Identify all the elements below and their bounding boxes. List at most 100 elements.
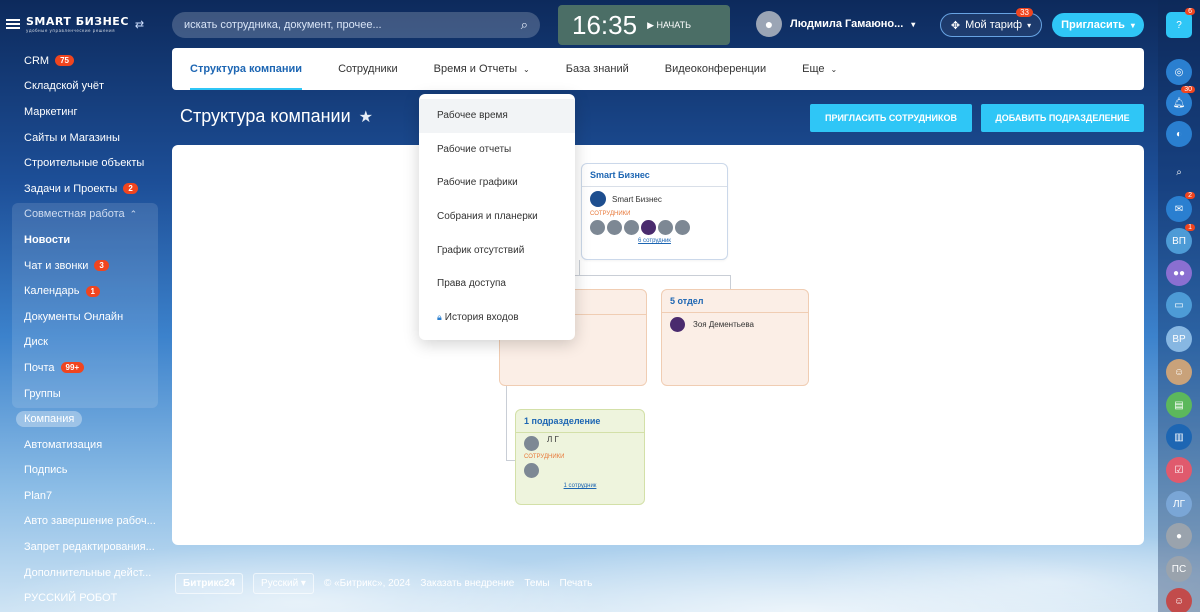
search-icon[interactable]: ⌕ bbox=[1166, 159, 1192, 185]
add-department-button[interactable]: ДОБАВИТЬ ПОДРАЗДЕЛЕНИЕ bbox=[981, 104, 1144, 132]
sidebar-item-extra[interactable]: Дополнительные дейст... bbox=[0, 560, 165, 586]
menu-item-access[interactable]: Права доступа bbox=[419, 267, 575, 301]
sidebar-item-company[interactable]: Компания bbox=[0, 406, 165, 432]
search-icon[interactable]: ⌕ bbox=[521, 17, 528, 33]
user-icon[interactable] bbox=[524, 436, 539, 451]
user-icon[interactable] bbox=[607, 220, 622, 235]
contact-card-icon[interactable]: ▭ bbox=[1166, 292, 1192, 318]
menu-item-work-schedules[interactable]: Рабочие графики bbox=[419, 166, 575, 200]
sidebar-item-groups[interactable]: Группы bbox=[0, 381, 165, 407]
invite-employees-button[interactable]: ПРИГЛАСИТЬ СОТРУДНИКОВ bbox=[810, 104, 972, 132]
tab-more[interactable]: Еще ⌄ bbox=[802, 48, 837, 90]
tariff-badge: 33 bbox=[1016, 8, 1033, 17]
work-clock[interactable]: 16:35 ▶︎ НАЧАТЬ bbox=[558, 5, 730, 45]
contact-vp[interactable]: ВП 1 bbox=[1166, 224, 1195, 254]
contact-avatar[interactable]: ☺ bbox=[1166, 359, 1192, 385]
user-avatar-photo[interactable] bbox=[641, 220, 656, 235]
sidebar-item-automation[interactable]: Автоматизация bbox=[0, 432, 165, 458]
bitrix-brand-button[interactable]: Битрикс24 bbox=[175, 573, 244, 594]
dept-title: 5 отдел bbox=[662, 290, 808, 313]
tab-structure[interactable]: Структура компании bbox=[190, 48, 303, 90]
user-icon[interactable] bbox=[658, 220, 673, 235]
sidebar-item-chat[interactable]: Чат и звонки 3 bbox=[0, 253, 165, 279]
group-chat-icon[interactable]: ●● bbox=[1166, 260, 1192, 286]
connector bbox=[506, 385, 507, 460]
sidebar-item-mail[interactable]: Почта 99+ bbox=[0, 355, 165, 381]
menu-icon[interactable] bbox=[6, 19, 20, 29]
sidebar-item-docs[interactable]: Документы Онлайн bbox=[0, 304, 165, 330]
employee-count-link[interactable]: 1 сотрудник bbox=[516, 483, 644, 489]
menu-item-work-time[interactable]: Рабочее время bbox=[419, 99, 575, 133]
notes-icon[interactable]: ▤ bbox=[1166, 392, 1192, 418]
themes-link[interactable]: Темы bbox=[524, 578, 549, 589]
user-icon[interactable] bbox=[675, 220, 690, 235]
logo-chat-icon[interactable]: ▥ bbox=[1166, 424, 1192, 450]
user-avatar-photo[interactable] bbox=[670, 317, 685, 332]
sidebar-item-sign[interactable]: Подпись bbox=[0, 458, 165, 484]
sidebar-item-construction[interactable]: Строительные объекты bbox=[0, 150, 165, 176]
tariff-button[interactable]: ✥ Мой тариф ▾ 33 bbox=[940, 8, 1042, 37]
sidebar-item-sites[interactable]: Сайты и Магазины bbox=[0, 125, 165, 151]
sidebar-item-marketing[interactable]: Маркетинг bbox=[0, 99, 165, 125]
contact-ps[interactable]: ПС bbox=[1166, 556, 1192, 582]
sidebar-item-plan7[interactable]: Plan7 bbox=[0, 483, 165, 509]
user-icon[interactable] bbox=[590, 220, 605, 235]
sidebar-item-autoend[interactable]: Авто завершение рабоч... bbox=[0, 509, 165, 535]
chat-icon[interactable]: ✉ 2 bbox=[1166, 192, 1195, 222]
menu-item-work-reports[interactable]: Рабочие отчеты bbox=[419, 133, 575, 167]
user-icon[interactable] bbox=[624, 220, 639, 235]
dept-card-root[interactable]: Smart Бизнес Smart Бизнес СОТРУДНИКИ 6 с… bbox=[581, 163, 728, 260]
sidebar-item-disk[interactable]: Диск bbox=[0, 330, 165, 356]
start-button[interactable]: ▶︎ НАЧАТЬ bbox=[647, 20, 691, 31]
sidebar-item-collab[interactable]: Совместная работа ⌃ bbox=[0, 202, 165, 228]
sidebar-item-calendar[interactable]: Календарь 1 bbox=[0, 278, 165, 304]
search-input[interactable]: искать сотрудника, документ, прочее... ⌕ bbox=[172, 12, 540, 38]
counter-badge: 75 bbox=[55, 55, 74, 67]
order-link[interactable]: Заказать внедрение bbox=[420, 578, 514, 589]
sidebar-item-news[interactable]: Новости bbox=[0, 227, 165, 253]
sidebar-item-robot[interactable]: РУССКИЙ РОБОТ bbox=[0, 585, 165, 611]
tab-video[interactable]: Видеоконференции bbox=[665, 48, 766, 90]
sidebar-item-tasks[interactable]: Задачи и Проекты 2 bbox=[0, 176, 165, 202]
user-menu[interactable]: ● Людмила Гамаюно... ▾ bbox=[756, 11, 915, 37]
invite-button[interactable]: Пригласить ▾ bbox=[1052, 13, 1144, 37]
user-icon[interactable]: ● bbox=[1166, 523, 1192, 549]
user-avatar-icon: ● bbox=[756, 11, 782, 37]
contact-lg[interactable]: ЛГ bbox=[1166, 491, 1192, 517]
contact-avatar-2[interactable]: ☺ bbox=[1166, 588, 1192, 612]
print-link[interactable]: Печать bbox=[560, 578, 593, 589]
sidebar-nav: CRM 75 Складской учёт Маркетинг Сайты и М… bbox=[0, 48, 165, 611]
tab-time-reports[interactable]: Время и Отчеты ⌄ bbox=[433, 48, 530, 90]
user-icon[interactable] bbox=[524, 463, 539, 478]
logo-row: SMART БИЗНЕС удобные управленческие решен… bbox=[0, 0, 165, 48]
language-select[interactable]: Русский ▾ bbox=[253, 573, 314, 594]
sidebar-item-crm[interactable]: CRM 75 bbox=[0, 48, 165, 74]
help-icon[interactable]: ? 6 bbox=[1166, 8, 1195, 38]
tab-knowledge[interactable]: База знаний bbox=[566, 48, 629, 90]
swap-icon[interactable]: ⇄ bbox=[135, 18, 144, 31]
sidebar-item-edit-ban[interactable]: Запрет редактирования... bbox=[0, 534, 165, 560]
menu-item-meetings[interactable]: Собрания и планерки bbox=[419, 200, 575, 234]
tariff-icon: ✥ bbox=[950, 19, 961, 32]
counter-badge: 1 bbox=[85, 285, 100, 297]
dept-title: Smart Бизнес bbox=[582, 164, 727, 187]
right-toolbar: ? 6 ◎ 🔔︎ 30 ◐ ⌕ ✉ 2 ВП 1 ●● ▭ ВР ☺ ▤ ▥ ☑ ЛГ … bbox=[1158, 0, 1200, 612]
employee-avatars bbox=[516, 460, 644, 483]
bell-icon[interactable]: 🔔︎ 30 bbox=[1166, 86, 1195, 116]
dept-head-row: Smart Бизнес bbox=[582, 187, 727, 211]
timeline-icon[interactable]: ◐ bbox=[1166, 121, 1192, 147]
logo[interactable]: SMART БИЗНЕС удобные управленческие решен… bbox=[26, 15, 129, 33]
tasks-icon[interactable]: ☑ bbox=[1166, 457, 1192, 483]
pulse-icon[interactable]: ◎ bbox=[1166, 59, 1192, 85]
dept-card-5[interactable]: 5 отдел Зоя Дементьева bbox=[661, 289, 809, 386]
employee-count-link[interactable]: 6 сотрудник bbox=[582, 238, 727, 244]
menu-item-absence[interactable]: График отсутствий bbox=[419, 233, 575, 267]
sidebar-item-warehouse[interactable]: Складской учёт bbox=[0, 74, 165, 100]
tab-employees[interactable]: Сотрудники bbox=[338, 48, 398, 90]
star-icon[interactable]: ★ bbox=[359, 107, 373, 127]
clock-time: 16:35 bbox=[572, 9, 638, 40]
connector bbox=[579, 260, 580, 275]
menu-item-login-history[interactable]: 🔒︎ История входов bbox=[419, 301, 575, 335]
contact-vr[interactable]: ВР bbox=[1166, 326, 1192, 352]
dept-card-1[interactable]: 1 подразделение Л Г СОТРУДНИКИ 1 сотрудн… bbox=[515, 409, 645, 505]
